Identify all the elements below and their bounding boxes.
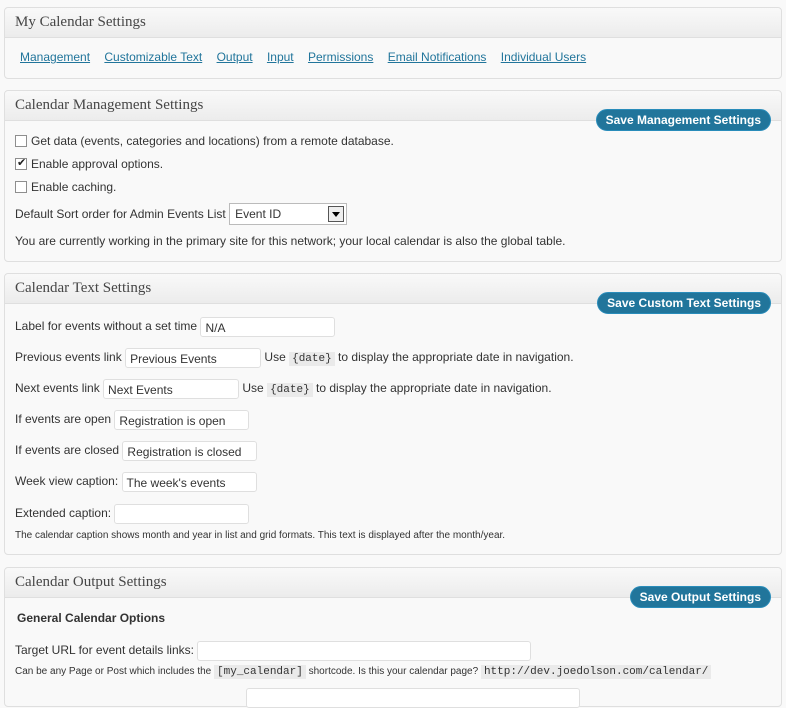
open-input[interactable]: Registration is open	[114, 410, 250, 430]
link-email-notifications[interactable]: Email Notifications	[388, 50, 487, 64]
next-field-input[interactable]	[246, 688, 580, 708]
target-row: Target URL for event details links:	[15, 641, 532, 661]
extended-input[interactable]	[114, 504, 250, 524]
target-note-post: shortcode. Is this your calendar page?	[308, 666, 479, 677]
approval-checkbox[interactable]	[15, 156, 27, 170]
next-input[interactable]: Next Events	[103, 379, 240, 399]
no-time-label: Label for events without a set time	[15, 319, 198, 334]
target-note-pre: Can be any Page or Post which includes t…	[15, 666, 212, 677]
suggested-url: http://dev.joedolson.com/calendar/	[480, 665, 712, 679]
open-row: If events are open Registration is open	[15, 410, 250, 430]
no-time-row: Label for events without a set time N/A	[15, 317, 336, 337]
settings-nav-box: My Calendar Settings Management Customiz…	[4, 7, 782, 79]
remote-db-checkbox[interactable]	[15, 135, 27, 147]
week-row: Week view caption: The week's events	[15, 472, 257, 492]
link-permissions[interactable]: Permissions	[308, 50, 373, 64]
prev-use: Use	[264, 350, 286, 365]
settings-title: My Calendar Settings	[5, 8, 781, 38]
next-use: Use	[242, 381, 264, 396]
remote-db-row: Get data (events, categories and locatio…	[15, 134, 394, 148]
next-hint: to display the appropriate date in navig…	[316, 381, 552, 396]
extended-label: Extended caption:	[15, 506, 112, 521]
output-settings-box: Calendar Output Settings Save Output Set…	[4, 567, 782, 708]
target-note: Can be any Page or Post which includes t…	[15, 665, 712, 679]
approval-row: Enable approval options.	[15, 156, 164, 171]
extended-row: Extended caption:	[15, 504, 250, 524]
target-label: Target URL for event details links:	[15, 643, 194, 658]
text-settings-box: Calendar Text Settings Save Custom Text …	[4, 273, 782, 555]
prev-hint: to display the appropriate date in navig…	[338, 350, 574, 365]
target-url-input[interactable]	[197, 641, 532, 661]
general-options-heading: General Calendar Options	[17, 611, 166, 625]
shortcode: [my_calendar]	[214, 665, 306, 679]
chevron-down-icon[interactable]	[328, 206, 345, 222]
save-output-button[interactable]: Save Output Settings	[629, 586, 771, 608]
caching-label: Enable caching.	[31, 180, 117, 194]
save-text-button[interactable]: Save Custom Text Settings	[597, 292, 771, 314]
remote-db-label: Get data (events, categories and locatio…	[31, 134, 394, 148]
prev-date-code: {date}	[289, 352, 335, 367]
network-note: You are currently working in the primary…	[15, 234, 566, 248]
approval-label: Enable approval options.	[31, 157, 164, 171]
open-label: If events are open	[15, 412, 112, 427]
sort-select[interactable]: Event ID	[229, 203, 348, 225]
caching-checkbox[interactable]	[15, 181, 27, 193]
week-input[interactable]: The week's events	[121, 472, 257, 492]
management-box: Calendar Management Settings Save Manage…	[4, 90, 782, 262]
next-date-code: {date}	[267, 383, 313, 398]
week-label: Week view caption:	[15, 474, 119, 489]
closed-input[interactable]: Registration is closed	[122, 441, 258, 461]
sort-label: Default Sort order for Admin Events List	[15, 207, 226, 221]
next-label: Next events link	[15, 381, 100, 396]
prev-label: Previous events link	[15, 350, 122, 365]
caching-row: Enable caching.	[15, 180, 116, 194]
save-management-button[interactable]: Save Management Settings	[595, 109, 771, 131]
closed-row: If events are closed Registration is clo…	[15, 441, 258, 461]
no-time-input[interactable]: N/A	[200, 317, 336, 337]
prev-row: Previous events link Previous Events Use…	[15, 348, 574, 368]
link-management[interactable]: Management	[20, 50, 90, 64]
link-customizable-text[interactable]: Customizable Text	[104, 50, 202, 64]
next-row: Next events link Next Events Use {date} …	[15, 379, 552, 399]
prev-input[interactable]: Previous Events	[125, 348, 262, 368]
sort-row: Default Sort order for Admin Events List…	[15, 203, 348, 225]
link-individual-users[interactable]: Individual Users	[501, 50, 586, 64]
settings-links: Management Customizable Text Output Inpu…	[20, 50, 597, 64]
caption-note: The calendar caption shows month and yea…	[15, 530, 506, 541]
link-output[interactable]: Output	[217, 50, 253, 64]
sort-value: Event ID	[235, 207, 282, 221]
link-input[interactable]: Input	[267, 50, 294, 64]
closed-label: If events are closed	[15, 443, 120, 458]
